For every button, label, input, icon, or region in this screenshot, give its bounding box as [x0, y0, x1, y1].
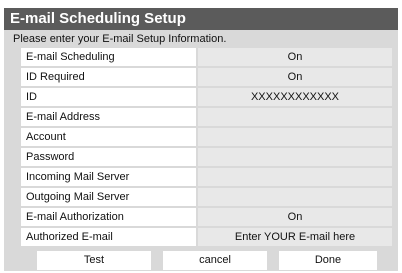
row-authorized-email[interactable]: Authorized E-mail Enter YOUR E-mail here: [21, 228, 392, 246]
row-value[interactable]: [198, 148, 392, 166]
row-outgoing-mail-server[interactable]: Outgoing Mail Server: [21, 188, 392, 206]
row-id[interactable]: ID XXXXXXXXXXXX: [21, 88, 392, 106]
done-button[interactable]: Done: [279, 251, 377, 270]
row-value[interactable]: Enter YOUR E-mail here: [198, 228, 392, 246]
row-value[interactable]: XXXXXXXXXXXX: [198, 88, 392, 106]
row-label: Authorized E-mail: [21, 228, 196, 246]
row-label: E-mail Authorization: [21, 208, 196, 226]
row-label: Account: [21, 128, 196, 146]
row-label: E-mail Scheduling: [21, 48, 196, 66]
row-account[interactable]: Account: [21, 128, 392, 146]
row-value[interactable]: [198, 168, 392, 186]
row-value[interactable]: On: [198, 208, 392, 226]
row-label: ID: [21, 88, 196, 106]
instructions-text: Please enter your E-mail Setup Informati…: [13, 33, 227, 45]
row-label: E-mail Address: [21, 108, 196, 126]
row-id-required[interactable]: ID Required On: [21, 68, 392, 86]
test-button[interactable]: Test: [37, 251, 151, 270]
cancel-button[interactable]: cancel: [163, 251, 267, 270]
row-label: Outgoing Mail Server: [21, 188, 196, 206]
row-label: ID Required: [21, 68, 196, 86]
row-email-scheduling[interactable]: E-mail Scheduling On: [21, 48, 392, 66]
row-email-authorization[interactable]: E-mail Authorization On: [21, 208, 392, 226]
button-bar: Test cancel Done: [37, 251, 377, 270]
row-value[interactable]: [198, 108, 392, 126]
dialog-title: E-mail Scheduling Setup: [4, 8, 398, 30]
row-password[interactable]: Password: [21, 148, 392, 166]
settings-list: E-mail Scheduling On ID Required On ID X…: [21, 48, 392, 248]
row-email-address[interactable]: E-mail Address: [21, 108, 392, 126]
row-value[interactable]: On: [198, 48, 392, 66]
email-setup-dialog: E-mail Scheduling Setup Please enter you…: [4, 8, 398, 271]
row-label: Incoming Mail Server: [21, 168, 196, 186]
row-value[interactable]: [198, 188, 392, 206]
row-label: Password: [21, 148, 196, 166]
row-value[interactable]: On: [198, 68, 392, 86]
row-incoming-mail-server[interactable]: Incoming Mail Server: [21, 168, 392, 186]
row-value[interactable]: [198, 128, 392, 146]
